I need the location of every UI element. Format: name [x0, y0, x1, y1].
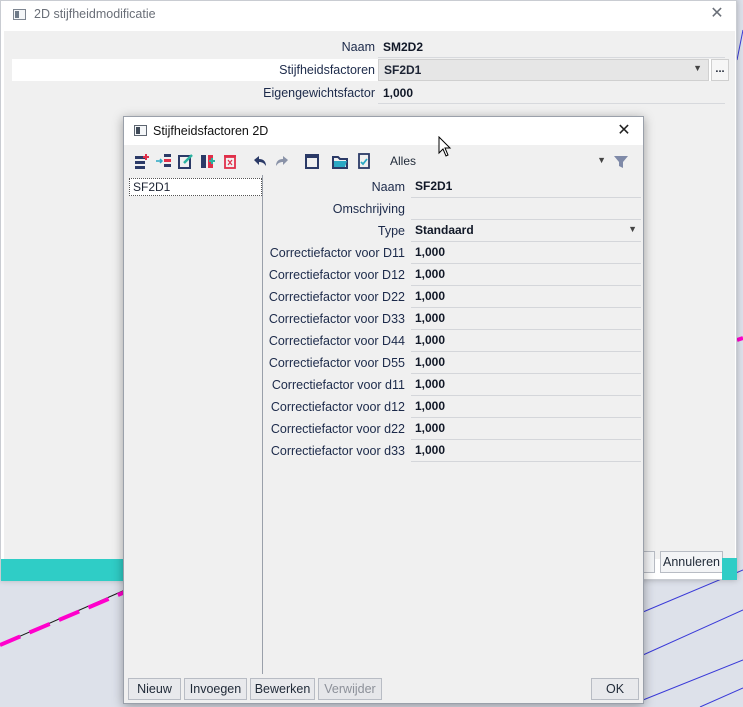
field-value-lower-d33[interactable]: 1,000 [411, 440, 641, 462]
dialog-close-icon[interactable]: ✕ [613, 120, 635, 142]
factor-detail-panel: Naam SF2D1 Omschrijving Type Standaard ▼… [265, 175, 641, 674]
field-label: Correctiefactor voor D55 [268, 356, 405, 370]
undo-icon[interactable] [251, 152, 271, 172]
field-label: Correctiefactor voor d11 [271, 378, 405, 392]
delete-button[interactable]: Verwijder [318, 678, 382, 700]
field-value-d11[interactable]: 1,000 [411, 242, 641, 264]
save-icon[interactable] [303, 152, 323, 172]
redo-icon[interactable] [273, 152, 293, 172]
cancel-button[interactable]: Annuleren [660, 551, 723, 573]
field-value-d33[interactable]: 1,000 [411, 308, 641, 330]
field-row-d44: Correctiefactor voor D44 1,000 [265, 330, 641, 352]
field-label: Omschrijving [332, 202, 405, 216]
field-value-naam[interactable]: SF2D1 [411, 176, 641, 198]
field-value-lower-d11[interactable]: 1,000 [411, 374, 641, 396]
field-row-d22: Correctiefactor voor D22 1,000 [265, 286, 641, 308]
delete-icon[interactable] [221, 152, 241, 172]
prop-label-stijfheidsfactoren: Stijfheidsfactoren [279, 63, 375, 77]
field-value-lower-d22[interactable]: 1,000 [411, 418, 641, 440]
status-strip-right [722, 558, 737, 580]
edit-icon[interactable] [177, 152, 197, 172]
dialog-toolbar: Alles ▼ [126, 149, 641, 175]
field-label: Type [377, 224, 405, 238]
field-label: Correctiefactor voor d22 [270, 422, 405, 436]
filter-value: Alles [390, 154, 417, 168]
field-row-naam: Naam SF2D1 [265, 176, 641, 198]
field-value-d44[interactable]: 1,000 [411, 330, 641, 352]
field-row-d12: Correctiefactor voor D12 1,000 [265, 264, 641, 286]
field-value-d55[interactable]: 1,000 [411, 352, 641, 374]
field-value-d12[interactable]: 1,000 [411, 264, 641, 286]
field-label: Correctiefactor voor D12 [268, 268, 405, 282]
type-value: Standaard [415, 223, 474, 237]
field-row-lower-d33: Correctiefactor voor d33 1,000 [265, 440, 641, 462]
new-button[interactable]: Nieuw [128, 678, 181, 700]
new-item-icon[interactable] [133, 152, 153, 172]
dialog-title-bar[interactable]: Stijfheidsfactoren 2D ✕ [124, 117, 643, 145]
open-folder-icon[interactable] [331, 152, 351, 172]
field-value-lower-d12[interactable]: 1,000 [411, 396, 641, 418]
field-label: Correctiefactor voor D11 [269, 246, 405, 260]
window-app-icon [13, 9, 26, 20]
filter-select[interactable]: Alles ▼ [390, 153, 608, 171]
field-row-lower-d22: Correctiefactor voor d22 1,000 [265, 418, 641, 440]
dialog-app-icon [134, 125, 147, 136]
edit-button[interactable]: Bewerken [250, 678, 315, 700]
mouse-cursor-icon [438, 136, 452, 157]
field-row-type: Type Standaard ▼ [265, 220, 641, 242]
field-value-d22[interactable]: 1,000 [411, 286, 641, 308]
type-select[interactable]: Standaard ▼ [411, 220, 641, 242]
chevron-down-icon: ▼ [628, 224, 637, 234]
prop-row-eigengewichtsfactor: Eigengewichtsfactor 1,000 [12, 82, 725, 104]
stijfheidsfactoren-value: SF2D1 [384, 63, 422, 77]
field-label: Correctiefactor voor D33 [268, 312, 405, 326]
ok-button[interactable]: OK [591, 678, 639, 700]
stiffness-factors-dialog: Stijfheidsfactoren 2D ✕ Alles ▼ SF2D1 Na… [123, 116, 644, 704]
outer-close-icon[interactable]: ✕ [706, 3, 728, 25]
insert-button[interactable]: Invoegen [184, 678, 247, 700]
ellipsis-button[interactable]: ... [711, 59, 729, 81]
field-row-d33: Correctiefactor voor D33 1,000 [265, 308, 641, 330]
list-item[interactable]: SF2D1 [129, 178, 262, 196]
prop-label-naam: Naam [341, 40, 375, 54]
field-row-lower-d12: Correctiefactor voor d12 1,000 [265, 396, 641, 418]
field-label: Correctiefactor voor d12 [270, 400, 405, 414]
copy-icon[interactable] [199, 152, 219, 172]
prop-row-stijfheidsfactoren: Stijfheidsfactoren SF2D1 ▼ ... [12, 59, 729, 81]
field-value-omschrijving[interactable] [411, 198, 641, 220]
prop-value-naam[interactable]: SM2D2 [378, 36, 725, 58]
outer-window-title: 2D stijfheidmodificatie [34, 7, 156, 21]
dialog-title: Stijfheidsfactoren 2D [153, 124, 269, 138]
field-label: Correctiefactor voor d33 [270, 444, 405, 458]
field-row-d55: Correctiefactor voor D55 1,000 [265, 352, 641, 374]
insert-icon[interactable] [155, 152, 175, 172]
prop-label-eigengewichtsfactor: Eigengewichtsfactor [263, 86, 375, 100]
field-row-d11: Correctiefactor voor D11 1,000 [265, 242, 641, 264]
field-label: Correctiefactor voor D44 [268, 334, 405, 348]
factor-list: SF2D1 [126, 175, 263, 674]
chevron-down-icon: ▼ [597, 155, 606, 165]
check-document-icon[interactable] [355, 152, 375, 172]
field-label: Naam [371, 180, 405, 194]
chevron-down-icon: ▼ [693, 63, 702, 73]
field-label: Correctiefactor voor D22 [268, 290, 405, 304]
prop-value-eigengewichtsfactor[interactable]: 1,000 [378, 82, 725, 104]
field-row-lower-d11: Correctiefactor voor d11 1,000 [265, 374, 641, 396]
dialog-button-bar: Nieuw Invoegen Bewerken Verwijder OK [124, 676, 643, 704]
stijfheidsfactoren-select[interactable]: SF2D1 ▼ [378, 59, 709, 81]
prop-row-naam: Naam SM2D2 [12, 36, 725, 58]
filter-funnel-icon[interactable] [612, 153, 630, 171]
outer-title-bar[interactable]: 2D stijfheidmodificatie ✕ [1, 1, 736, 29]
field-row-omschrijving: Omschrijving [265, 198, 641, 220]
